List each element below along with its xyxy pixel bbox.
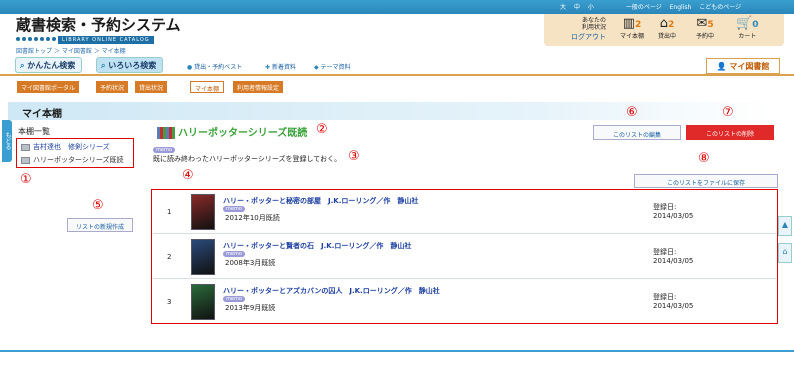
- read-note: 2008年3月既読: [225, 259, 276, 267]
- callout-1: ①: [20, 172, 32, 187]
- top-nav: 大 中 小 一般のページ English こどものページ: [560, 2, 790, 12]
- tab-divider: [0, 74, 794, 76]
- general-page-link[interactable]: 一般のページ: [626, 4, 662, 11]
- back-tab[interactable]: もどる: [2, 120, 12, 162]
- logo-title: 蔵書検索・予約システム: [16, 16, 181, 34]
- person-icon: ●: [187, 64, 193, 71]
- callout-4: ④: [182, 168, 194, 183]
- table-row: 1 ハリー・ポッターと秘密の部屋 J.K.ローリング／作 静山社 memo 20…: [153, 190, 776, 234]
- subtab-my-shelf[interactable]: マイ本棚: [190, 81, 225, 93]
- subtab-user-settings[interactable]: 利用者情報設定: [233, 81, 284, 93]
- callout-8: ⑧: [698, 151, 710, 166]
- kids-page-link[interactable]: こどものページ: [699, 4, 741, 11]
- borrowing-counter[interactable]: ⌂2 貸出中: [658, 16, 676, 41]
- tab-my-library[interactable]: 👤 マイ図書館: [706, 58, 780, 74]
- person-icon: 👤: [716, 62, 727, 71]
- english-link[interactable]: English: [670, 4, 692, 11]
- new-list-button[interactable]: リストの新規作成: [67, 218, 133, 232]
- book-cover[interactable]: [191, 284, 215, 320]
- book-list: 1 ハリー・ポッターと秘密の部屋 J.K.ローリング／作 静山社 memo 20…: [151, 189, 778, 324]
- theme-link[interactable]: ◆ テーマ資料: [314, 62, 351, 71]
- book-cover[interactable]: [191, 239, 215, 275]
- font-size-medium[interactable]: 中: [574, 4, 580, 11]
- read-note: 2012年10月既読: [225, 214, 280, 222]
- book-title-link[interactable]: ハリー・ポッターと秘密の部屋 J.K.ローリング／作 静山社: [223, 196, 418, 206]
- memo-badge: memo: [153, 147, 175, 153]
- callout-2: ②: [316, 122, 328, 137]
- table-row: 2 ハリー・ポッターと賢者の石 J.K.ローリング／作 静山社 memo 200…: [153, 235, 776, 279]
- bookshelf-icon: ▥: [622, 16, 636, 31]
- registered-date: 2014/03/05: [653, 257, 694, 265]
- table-row: 3 ハリー・ポッターとアズカバンの囚人 J.K.ローリング／作 静山社 memo…: [153, 280, 776, 324]
- footer-line: [0, 350, 794, 352]
- list-title: ハリーポッターシリーズ既読: [157, 124, 307, 139]
- page-title: マイ本棚: [8, 102, 768, 120]
- memo-badge: memo: [223, 206, 245, 212]
- breadcrumb[interactable]: 図書館トップ ＞ マイ図書館 ＞ マイ本棚: [16, 46, 126, 55]
- reserve-icon: ✉: [696, 16, 708, 31]
- tab-simple-search[interactable]: ⌕ かんたん検索: [15, 57, 83, 73]
- best-link[interactable]: ● 貸出・予約ベスト: [187, 62, 242, 71]
- search-icon: ⌕: [20, 61, 25, 70]
- callout-6: ⑥: [626, 105, 638, 120]
- shelf-icon: [21, 156, 30, 164]
- home-icon[interactable]: ⌂: [778, 243, 792, 263]
- callout-3: ③: [348, 149, 360, 164]
- logo-subtitle: LIBRARY ONLINE CATALOG: [58, 36, 154, 44]
- callout-5: ⑤: [92, 198, 104, 213]
- bookshelf-counter[interactable]: ▥2 マイ本棚: [620, 16, 644, 41]
- font-size-large[interactable]: 大: [560, 4, 566, 11]
- save-list-button[interactable]: このリストをファイルに保存: [634, 174, 778, 188]
- book-title-link[interactable]: ハリー・ポッターとアズカバンの囚人 J.K.ローリング／作 静山社: [223, 286, 440, 296]
- logo-dots: [16, 35, 58, 43]
- book-title-link[interactable]: ハリー・ポッターと賢者の石 J.K.ローリング／作 静山社: [223, 241, 411, 251]
- font-size-small[interactable]: 小: [588, 4, 594, 11]
- logo[interactable]: 蔵書検索・予約システム LIBRARY ONLINE CATALOG: [16, 14, 181, 44]
- callout-7: ⑦: [722, 105, 734, 120]
- read-note: 2013年9月既読: [225, 304, 276, 312]
- books-icon: [157, 127, 175, 139]
- shelf-icon: [21, 143, 30, 151]
- shelf-item[interactable]: ハリーポッターシリーズ既読: [21, 155, 124, 165]
- logout-link[interactable]: ログアウト: [550, 32, 606, 42]
- edit-list-button[interactable]: このリストの編集: [593, 125, 681, 140]
- shelf-list: 吉村達也 修剣シリーズ ハリーポッターシリーズ既読: [16, 138, 134, 168]
- page-top-icon[interactable]: ▲: [778, 216, 792, 236]
- tab-advanced-search[interactable]: ⌕ いろいろ検索: [96, 57, 164, 73]
- delete-list-button[interactable]: このリストの削除: [686, 125, 774, 140]
- cart-icon: 🛒: [736, 16, 753, 31]
- book-cover[interactable]: [191, 194, 215, 230]
- user-status-box: あなたの 利用状況 ログアウト ▥2 マイ本棚 ⌂2 貸出中 ✉5 予約中 🛒0 …: [544, 14, 784, 46]
- registered-date: 2014/03/05: [653, 302, 694, 310]
- user-status-label: あなたの 利用状況: [581, 17, 606, 31]
- subtab-reservations[interactable]: 予約状況: [96, 81, 129, 93]
- memo-badge: memo: [223, 296, 245, 302]
- memo-badge: memo: [223, 251, 245, 257]
- reserving-counter[interactable]: ✉5 予約中: [696, 16, 714, 41]
- subtab-loans[interactable]: 貸出状況: [135, 81, 168, 93]
- list-memo: 既に読み終わったハリーポッターシリーズを登録しておく。: [153, 155, 342, 163]
- shelf-item[interactable]: 吉村達也 修剣シリーズ: [21, 142, 110, 152]
- house-icon: ⌂: [659, 16, 668, 31]
- cart-counter[interactable]: 🛒0 カート: [736, 16, 758, 41]
- tag-icon: ◆: [314, 64, 319, 71]
- registered-date: 2014/03/05: [653, 212, 694, 220]
- new-arrivals-link[interactable]: ✚ 新着資料: [265, 62, 296, 71]
- subtab-portal[interactable]: マイ図書館ポータル: [17, 81, 80, 93]
- shelf-list-title: 本棚一覧: [18, 127, 50, 136]
- sparkle-icon: ✚: [265, 64, 271, 71]
- search-icon: ⌕: [101, 61, 106, 70]
